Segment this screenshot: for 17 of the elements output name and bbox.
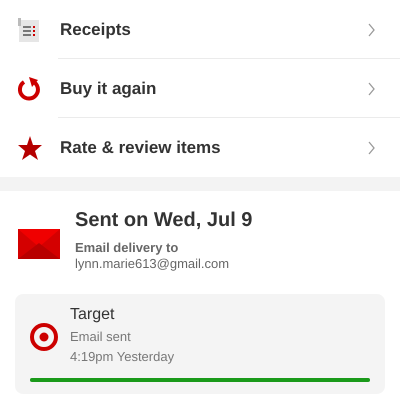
- delivery-label: Email delivery to: [75, 240, 180, 255]
- email-address: lynn.marie613@gmail.com: [75, 256, 230, 271]
- chevron-icon: [368, 82, 376, 96]
- envelope-icon: [18, 229, 60, 259]
- menu-item[interactable]: Receipts: [0, 0, 400, 59]
- status-time: 4:19pm Yesterday: [70, 349, 174, 364]
- receipt-icon: [17, 16, 41, 42]
- chevron-icon: [368, 140, 376, 154]
- delivery-title: Sent on Wed, Jul 9: [75, 209, 252, 232]
- sender-name: Target: [70, 306, 116, 324]
- chevron-icon: [368, 22, 376, 36]
- refresh-icon: [17, 76, 43, 102]
- bullseye-icon: [30, 323, 58, 351]
- menu-item[interactable]: Buy it again: [0, 59, 400, 118]
- menu-item[interactable]: Rate & review items: [0, 118, 400, 177]
- status-text: Email sent: [70, 329, 132, 344]
- star-icon: [17, 134, 43, 160]
